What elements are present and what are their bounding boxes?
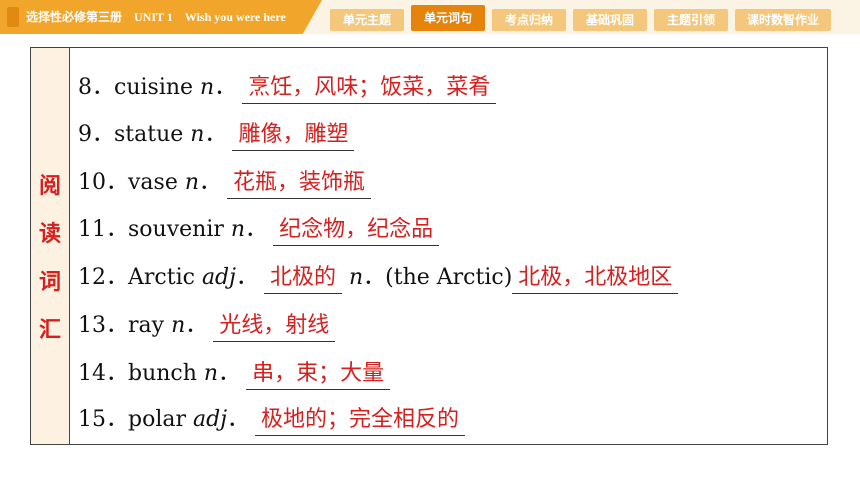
side-label-char: 阅: [38, 174, 61, 199]
vocab-row: 8．cuisine n． 烹饪，风味；饭菜，菜肴: [78, 68, 497, 108]
pos-dot: ．: [199, 170, 222, 195]
word: Arctic: [128, 265, 195, 290]
item-number: 8．: [78, 75, 114, 100]
side-label-panel: 阅 读 词 汇: [31, 48, 70, 444]
top-bar: 选择性必修第三册 UNIT 1 Wish you were here 单元主题 …: [0, 0, 860, 34]
answer-blank: 纪念物，纪念品: [273, 215, 440, 246]
pos-dot: ．: [218, 361, 241, 386]
part-of-speech: n: [171, 313, 186, 338]
word: bunch: [128, 361, 197, 386]
pos-dot: ．: [204, 122, 227, 147]
answer-blank: 光线，射线: [213, 311, 336, 342]
answer-blank: 极地的；完全相反的: [255, 405, 466, 436]
word: cuisine: [114, 75, 194, 100]
vocab-row: 13．ray n． 光线，射线: [78, 306, 336, 346]
course-title: 选择性必修第三册 UNIT 1 Wish you were here: [26, 10, 286, 24]
vocabulary-card: 阅 读 词 汇 8．cuisine n． 烹饪，风味；饭菜，菜肴 9．statue…: [30, 47, 828, 445]
part-of-speech: adj: [201, 265, 236, 290]
answer-blank: 花瓶，装饰瓶: [227, 168, 372, 199]
side-label-char: 读: [38, 222, 61, 247]
tab-unit-words[interactable]: 单元词句: [411, 5, 485, 31]
item-number: 11．: [78, 217, 128, 242]
part-of-speech: n: [203, 361, 219, 386]
vocab-row: 11．souvenir n． 纪念物，纪念品: [78, 210, 440, 250]
pos-dot: ．: [245, 217, 268, 242]
book-mark-icon: [7, 7, 19, 27]
side-label-char: 词: [38, 270, 61, 295]
answer-blank: 北极的: [263, 263, 342, 294]
tab-unit-theme[interactable]: 单元主题: [330, 9, 404, 31]
answer-blank: 雕像，雕塑: [232, 120, 355, 151]
part-of-speech: n: [230, 217, 246, 242]
item-number: 14．: [78, 361, 128, 386]
item-number: 12．: [78, 265, 128, 290]
vocab-row: 12．Arctic adj． 北极的 n．(the Arctic) 北极，北极地区: [78, 258, 679, 298]
tab-theme-guide[interactable]: 主题引领: [654, 9, 728, 31]
pos-dot: ．: [214, 75, 237, 100]
word: souvenir: [128, 217, 224, 242]
item-number: 9．: [78, 122, 114, 147]
vocab-row: 9．statue n． 雕像，雕塑: [78, 115, 355, 155]
part-of-speech: n: [200, 75, 215, 100]
word: statue: [114, 122, 184, 147]
tab-homework[interactable]: 课时数智作业: [735, 9, 831, 31]
noun-form: ．(the Arctic): [363, 265, 513, 290]
course-title-banner: 选择性必修第三册 UNIT 1 Wish you were here: [0, 0, 322, 34]
word: vase: [128, 170, 178, 195]
answer-blank-2: 北极，北极地区: [512, 263, 679, 294]
part-of-speech: adj: [193, 407, 228, 432]
vocab-row: 10．vase n． 花瓶，装饰瓶: [78, 163, 372, 203]
word: polar: [128, 407, 186, 432]
item-number: 10．: [78, 170, 128, 195]
pos-dot: ．: [185, 313, 208, 338]
tab-key-points[interactable]: 考点归纳: [492, 9, 566, 31]
part-of-speech: n: [184, 170, 200, 195]
vocab-row: 15．polar adj． 极地的；完全相反的: [78, 400, 466, 440]
item-number: 13．: [78, 313, 128, 338]
part-of-speech-2: n: [349, 265, 364, 290]
answer-blank: 串，束；大量: [246, 359, 391, 390]
side-label-char: 汇: [38, 318, 61, 343]
answer-blank: 烹饪，风味；饭菜，菜肴: [242, 73, 497, 104]
vocab-row: 14．bunch n． 串，束；大量: [78, 354, 391, 394]
pos-dot: ．: [235, 265, 258, 290]
tab-basic-practice[interactable]: 基础巩固: [573, 9, 647, 31]
part-of-speech: n: [190, 122, 205, 147]
pos-dot: ．: [227, 407, 250, 432]
word: ray: [128, 313, 165, 338]
item-number: 15．: [78, 407, 128, 432]
